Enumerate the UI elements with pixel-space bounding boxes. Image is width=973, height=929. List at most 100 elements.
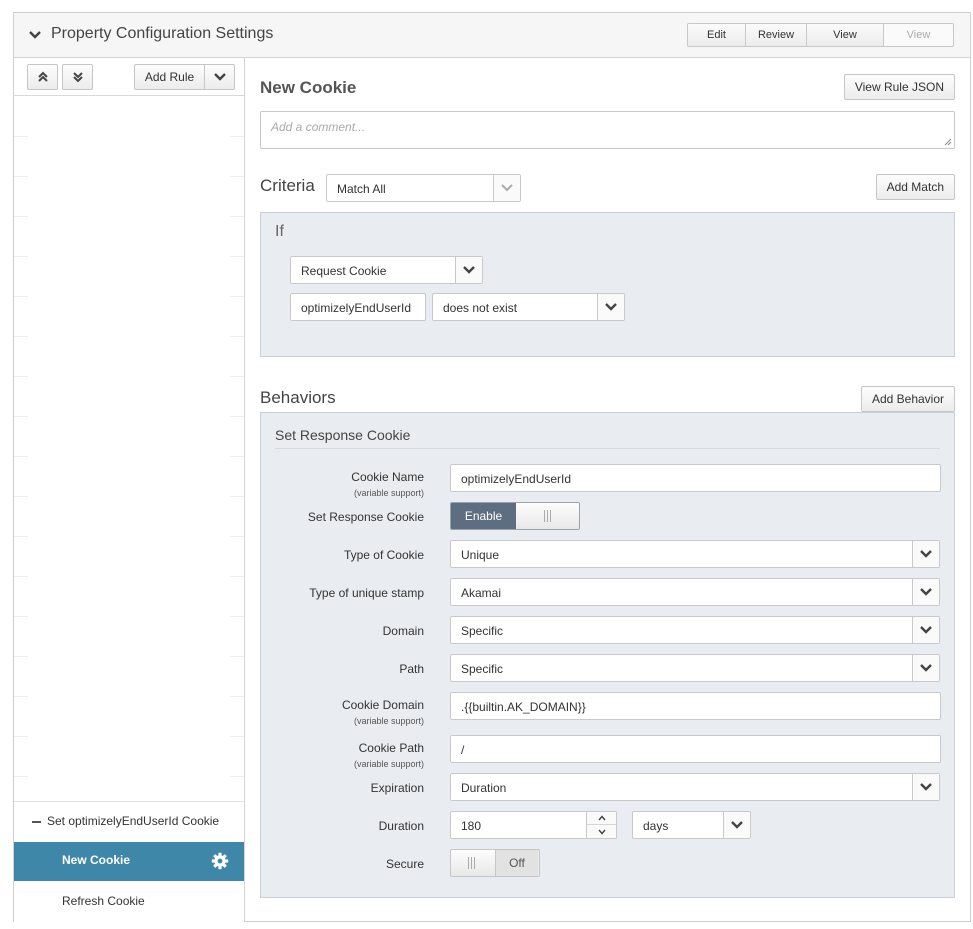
field-value: Akamai [461, 586, 502, 600]
expand-all-button[interactable] [62, 64, 93, 90]
field-label: Duration [378, 819, 424, 833]
chevron-up-icon [597, 815, 606, 821]
divider [275, 448, 940, 449]
field-label: Cookie Name [351, 470, 424, 484]
cookie-name-input[interactable]: optimizelyEndUserId [290, 293, 426, 321]
field-value: Specific [461, 624, 504, 638]
operator-value: does not exist [443, 301, 518, 315]
rule-item-label: Refresh Cookie [62, 894, 145, 908]
rule-item-label: Set optimizelyEndUserId Cookie [47, 814, 220, 828]
chevron-down-icon [597, 294, 624, 320]
cookie-name-field[interactable]: optimizelyEndUserId [450, 464, 941, 492]
chevron-down-icon [455, 257, 482, 283]
cookie-domain-field[interactable]: .{{builtin.AK_DOMAIN}} [450, 692, 941, 720]
unique-stamp-select[interactable]: Akamai [450, 578, 940, 606]
field-value: .{{builtin.AK_DOMAIN}} [461, 700, 586, 714]
field-label: Path [399, 662, 424, 676]
if-label: If [275, 223, 284, 240]
chevron-down-icon [912, 541, 939, 567]
rule-tree-sidebar: Add Rule Set optimizelyEndUserId Cookie [14, 58, 245, 922]
path-select[interactable]: Specific [450, 654, 940, 682]
rule-name-heading: New Cookie [260, 78, 357, 97]
expiration-select[interactable]: Duration [450, 773, 940, 801]
add-rule-button[interactable]: Add Rule [135, 65, 205, 89]
cookie-path-field[interactable]: / [450, 735, 941, 763]
match-mode-value: Match All [337, 182, 386, 196]
field-label: Secure [385, 857, 424, 871]
chevron-down-icon [912, 579, 939, 605]
field-label: Cookie Path [358, 741, 424, 755]
field-value: days [643, 819, 669, 833]
rule-item-parent[interactable]: Set optimizelyEndUserId Cookie [14, 801, 244, 841]
view-json-button[interactable]: View JSON [807, 24, 884, 46]
resize-handle-icon[interactable] [944, 138, 952, 146]
add-rule-split-button: Add Rule [134, 64, 235, 90]
behaviors-title: Behaviors [260, 388, 336, 407]
chevron-down-icon [213, 73, 226, 81]
review-button[interactable]: Review [746, 24, 807, 46]
rule-toolbar: Add Rule [14, 58, 244, 96]
field-label: Expiration [370, 781, 424, 795]
toggle-handle[interactable] [516, 503, 579, 529]
operator-select[interactable]: does not exist [432, 293, 625, 321]
double-chevron-up-icon [37, 71, 48, 82]
add-rule-dropdown[interactable] [205, 65, 234, 89]
increment-button[interactable] [587, 812, 616, 825]
double-chevron-down-icon [72, 72, 83, 83]
rule-item-selected[interactable]: New Cookie [14, 842, 244, 881]
toggle-state-label: Enable [451, 503, 516, 529]
gear-icon[interactable] [211, 852, 229, 873]
field-label: Cookie Domain [341, 698, 424, 712]
secure-toggle[interactable]: Off [450, 849, 540, 877]
rule-item[interactable]: Refresh Cookie [14, 882, 244, 922]
view-mode-group: Edit Review View JSON View XML [687, 23, 954, 47]
criteria-if-box: If Request Cookie optimizelyEndUserId do… [260, 212, 955, 357]
duration-stepper[interactable]: 180 [450, 811, 617, 839]
match-mode-select[interactable]: Match All [326, 174, 521, 202]
chevron-down-icon [912, 655, 939, 681]
behavior-set-response-cookie: Set Response Cookie Cookie Name (variabl… [260, 412, 955, 898]
panel-title: Property Configuration Settings [51, 25, 274, 42]
criteria-title: Criteria [260, 176, 315, 195]
add-match-button[interactable]: Add Match [875, 174, 955, 200]
collapse-all-button[interactable] [27, 64, 58, 90]
duration-unit-select[interactable]: days [632, 811, 751, 839]
edit-button[interactable]: Edit [688, 24, 746, 46]
chevron-down-icon[interactable] [28, 28, 42, 42]
field-value: Specific [461, 662, 504, 676]
view-rule-json-button[interactable]: View Rule JSON [843, 74, 955, 100]
property-config-panel: Property Configuration Settings Edit Rev… [13, 12, 971, 922]
field-label: Type of unique stamp [309, 586, 424, 600]
domain-select[interactable]: Specific [450, 616, 940, 644]
field-label: Domain [382, 624, 424, 638]
condition-type-select[interactable]: Request Cookie [290, 256, 483, 284]
field-value: / [461, 743, 465, 757]
rule-item-label: New Cookie [62, 853, 131, 867]
chevron-down-icon [493, 175, 520, 201]
variable-support-note: (variable support) [353, 716, 424, 726]
spinner [586, 812, 616, 838]
collapse-icon[interactable] [32, 821, 41, 823]
set-response-cookie-toggle[interactable]: Enable [450, 502, 580, 530]
behavior-title: Set Response Cookie [275, 427, 411, 443]
chevron-down-icon [597, 829, 606, 835]
condition-type-value: Request Cookie [301, 264, 387, 278]
type-of-cookie-select[interactable]: Unique [450, 540, 940, 568]
panel-header: Property Configuration Settings Edit Rev… [14, 13, 970, 58]
decrement-button[interactable] [587, 825, 616, 838]
toggle-handle[interactable] [451, 850, 495, 876]
chevron-down-icon [912, 774, 939, 800]
view-xml-button[interactable]: View XML [884, 24, 953, 46]
chevron-down-icon [723, 812, 750, 838]
toggle-state-label: Off [495, 850, 538, 876]
field-label: Type of Cookie [343, 548, 424, 562]
field-value: Unique [461, 548, 500, 562]
comment-textarea[interactable]: Add a comment... [260, 111, 955, 149]
field-value: 180 [461, 819, 482, 833]
variable-support-note: (variable support) [353, 488, 424, 498]
add-behavior-button[interactable]: Add Behavior [860, 386, 955, 412]
cookie-name-value: optimizelyEndUserId [301, 301, 412, 315]
chevron-down-icon [912, 617, 939, 643]
comment-placeholder: Add a comment... [271, 120, 366, 134]
field-value: optimizelyEndUserId [461, 472, 572, 486]
